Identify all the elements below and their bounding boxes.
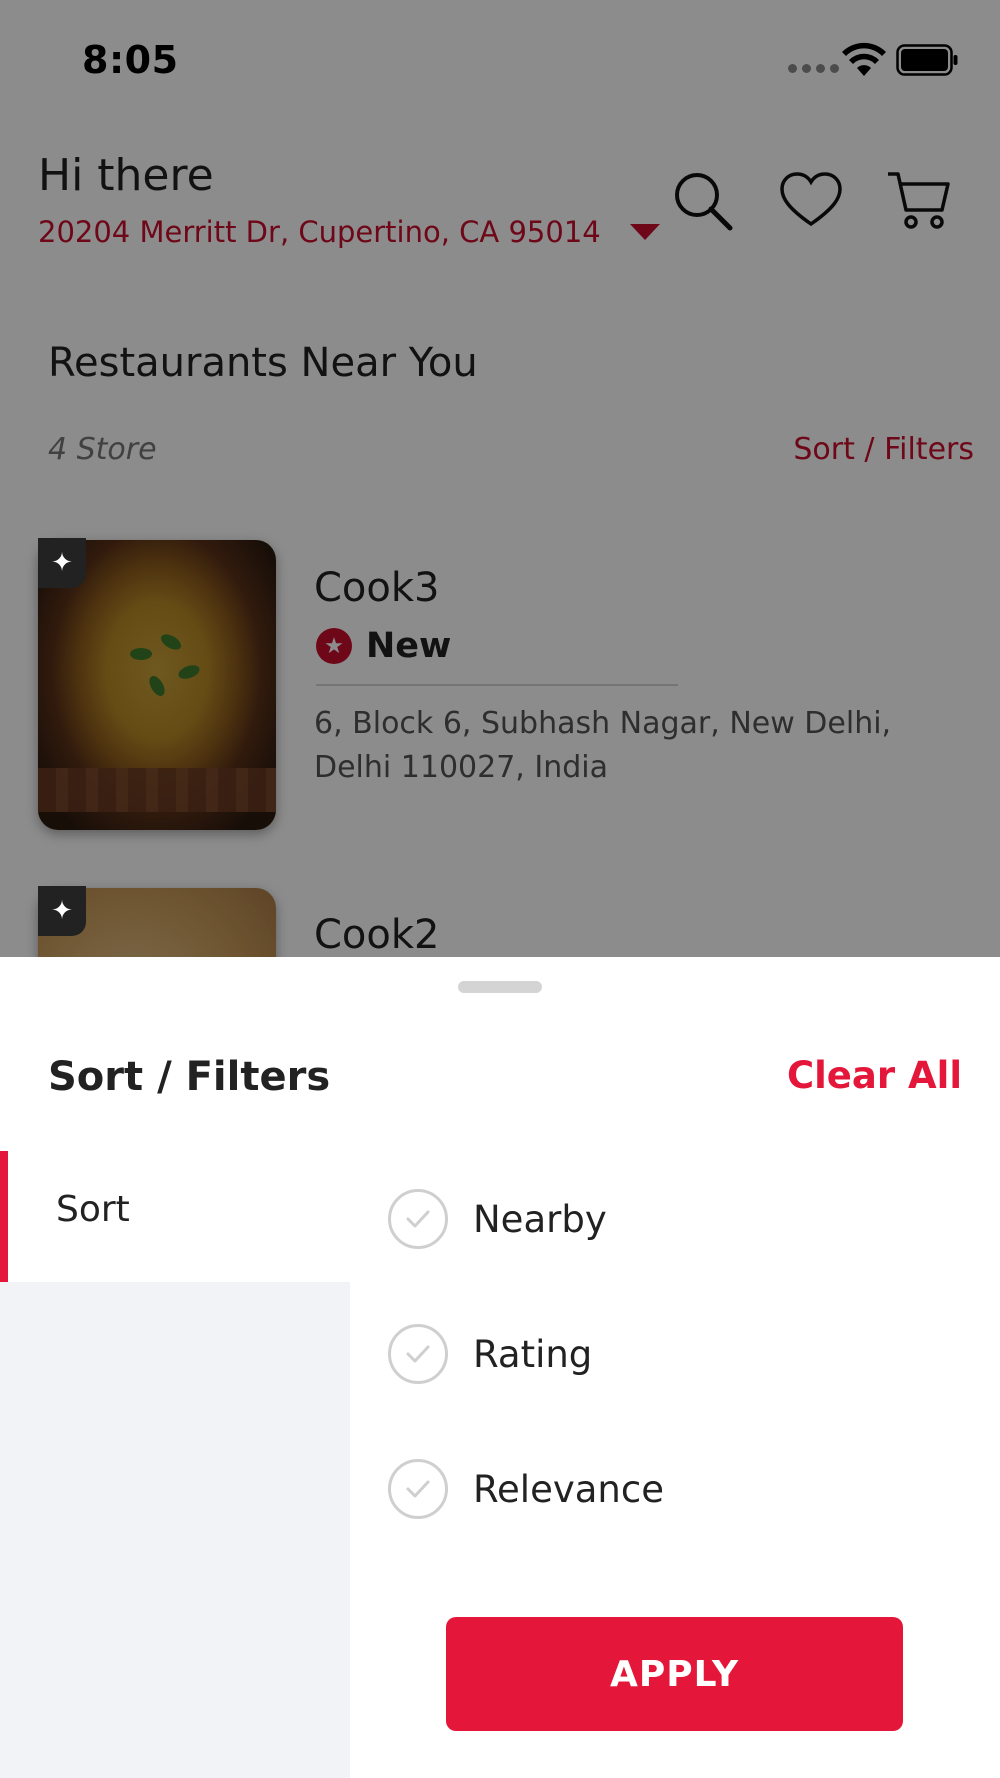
category-sort[interactable]: Sort xyxy=(0,1151,350,1282)
option-label: Rating xyxy=(473,1332,593,1376)
check-circle-icon[interactable] xyxy=(388,1459,448,1519)
option-label: Nearby xyxy=(473,1197,607,1241)
sheet-title: Sort / Filters xyxy=(48,1054,331,1100)
clear-all-button[interactable]: Clear All xyxy=(787,1054,962,1097)
sort-option-nearby[interactable]: Nearby xyxy=(388,1189,607,1249)
category-label: Sort xyxy=(56,1189,130,1230)
sort-option-relevance[interactable]: Relevance xyxy=(388,1459,664,1519)
apply-button[interactable]: APPLY xyxy=(446,1617,903,1731)
sheet-grabber[interactable] xyxy=(458,981,542,993)
sparkle-icon: ✦ xyxy=(38,538,86,588)
sparkle-icon: ✦ xyxy=(38,886,86,936)
check-circle-icon[interactable] xyxy=(388,1324,448,1384)
sort-filters-sheet: Sort / Filters Clear All Sort Nearby Rat… xyxy=(0,957,1000,1778)
modal-backdrop[interactable] xyxy=(0,0,1000,957)
check-circle-icon[interactable] xyxy=(388,1189,448,1249)
sort-option-rating[interactable]: Rating xyxy=(388,1324,592,1384)
option-label: Relevance xyxy=(473,1467,664,1511)
